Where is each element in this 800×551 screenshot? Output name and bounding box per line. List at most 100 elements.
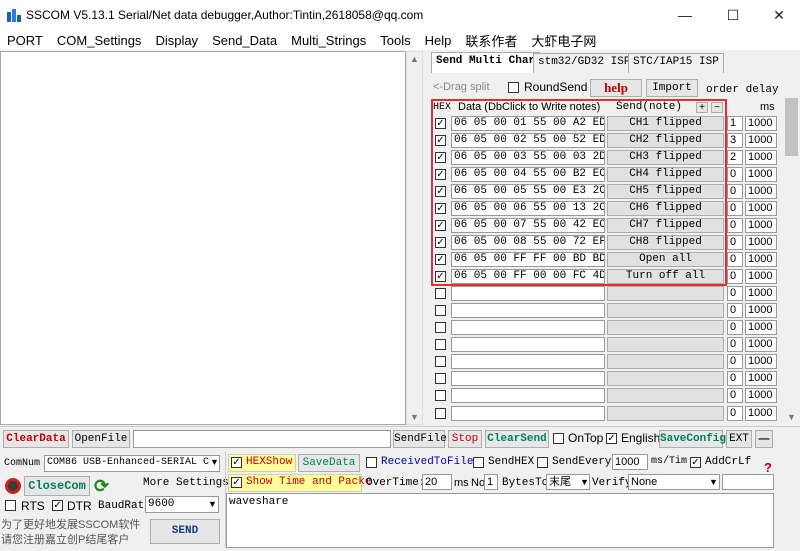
data-cell[interactable] bbox=[451, 371, 605, 386]
delay-cell[interactable]: 1000 bbox=[745, 388, 777, 403]
send-hex-checkbox[interactable] bbox=[473, 457, 484, 468]
menu-tools[interactable]: Tools bbox=[373, 33, 417, 48]
hex-checkbox[interactable] bbox=[435, 339, 446, 350]
hex-checkbox[interactable] bbox=[435, 408, 446, 419]
close-com-button[interactable]: CloseCom bbox=[24, 476, 90, 496]
verify-range-input[interactable] bbox=[722, 474, 774, 490]
verify-select[interactable]: None bbox=[628, 474, 720, 490]
refresh-icon[interactable]: ⟳ bbox=[94, 476, 112, 496]
stop-button[interactable]: Stop bbox=[448, 430, 482, 448]
menu-display[interactable]: Display bbox=[148, 33, 205, 48]
delay-cell[interactable]: 1000 bbox=[745, 150, 777, 165]
show-time-checkbox[interactable]: ✓ bbox=[231, 477, 242, 488]
import-button[interactable]: Import bbox=[646, 79, 698, 97]
chevron-down-icon[interactable]: ▼ bbox=[709, 477, 718, 487]
receive-scrollbar[interactable]: ▲ ▼ bbox=[406, 51, 423, 425]
data-cell[interactable] bbox=[451, 286, 605, 301]
order-cell[interactable]: 0 bbox=[727, 252, 743, 267]
send-note-button[interactable] bbox=[607, 388, 724, 403]
chevron-down-icon[interactable]: ▼ bbox=[580, 477, 589, 487]
order-cell[interactable]: 0 bbox=[727, 337, 743, 352]
order-cell[interactable]: 0 bbox=[727, 388, 743, 403]
round-send-checkbox[interactable] bbox=[508, 82, 519, 93]
order-cell[interactable]: 0 bbox=[727, 286, 743, 301]
drag-split-label[interactable]: <-Drag split bbox=[433, 81, 490, 93]
ext-button[interactable]: EXT bbox=[726, 430, 752, 448]
tab-stm32-isp[interactable]: stm32/GD32 ISP bbox=[533, 53, 636, 73]
data-cell[interactable] bbox=[451, 406, 605, 421]
data-cell[interactable] bbox=[451, 388, 605, 403]
order-cell[interactable]: 0 bbox=[727, 269, 743, 284]
order-cell[interactable]: 0 bbox=[727, 184, 743, 199]
file-path-input[interactable] bbox=[133, 430, 391, 448]
clear-send-button[interactable]: ClearSend bbox=[485, 430, 549, 448]
order-cell[interactable]: 0 bbox=[727, 218, 743, 233]
rts-checkbox[interactable] bbox=[5, 500, 16, 511]
hex-checkbox[interactable] bbox=[435, 305, 446, 316]
delay-cell[interactable]: 1000 bbox=[745, 320, 777, 335]
open-file-button[interactable]: OpenFile bbox=[72, 430, 130, 448]
scroll-down-icon[interactable]: ▼ bbox=[783, 412, 800, 422]
send-button[interactable]: SEND bbox=[150, 519, 220, 544]
send-every-input[interactable]: 1000 bbox=[612, 454, 648, 470]
no-input[interactable]: 1 bbox=[484, 474, 498, 490]
close-icon[interactable]: ✕ bbox=[756, 0, 800, 30]
scroll-up-icon[interactable]: ▲ bbox=[407, 54, 422, 64]
menu-com-settings[interactable]: COM_Settings bbox=[50, 33, 149, 48]
multi-scrollbar[interactable]: ▼ bbox=[783, 98, 800, 424]
send-note-button[interactable] bbox=[607, 303, 724, 318]
delay-cell[interactable]: 1000 bbox=[745, 133, 777, 148]
over-time-input[interactable]: 20 bbox=[422, 474, 452, 490]
hex-checkbox[interactable] bbox=[435, 288, 446, 299]
minimize-icon[interactable]: — bbox=[662, 0, 708, 30]
received-to-file-checkbox[interactable] bbox=[366, 457, 377, 468]
hex-checkbox[interactable] bbox=[435, 356, 446, 367]
clear-data-button[interactable]: ClearData bbox=[3, 430, 69, 448]
delay-cell[interactable]: 1000 bbox=[745, 167, 777, 182]
data-cell[interactable] bbox=[451, 337, 605, 352]
help-button[interactable]: help bbox=[590, 79, 642, 97]
order-cell[interactable]: 0 bbox=[727, 354, 743, 369]
delay-cell[interactable]: 1000 bbox=[745, 218, 777, 233]
hex-show-checkbox[interactable]: ✓ bbox=[231, 457, 242, 468]
delay-cell[interactable]: 1000 bbox=[745, 201, 777, 216]
send-every-checkbox[interactable] bbox=[537, 457, 548, 468]
order-cell[interactable]: 0 bbox=[727, 320, 743, 335]
save-config-button[interactable]: SaveConfig bbox=[659, 430, 726, 448]
send-note-button[interactable] bbox=[607, 337, 724, 352]
send-note-button[interactable] bbox=[607, 354, 724, 369]
order-cell[interactable]: 0 bbox=[727, 201, 743, 216]
collapse-button[interactable]: — bbox=[755, 430, 773, 448]
order-cell[interactable]: 3 bbox=[727, 133, 743, 148]
menu-port[interactable]: PORT bbox=[0, 33, 50, 48]
delay-cell[interactable]: 1000 bbox=[745, 406, 777, 421]
delay-cell[interactable]: 1000 bbox=[745, 303, 777, 318]
delay-cell[interactable]: 1000 bbox=[745, 269, 777, 284]
chevron-down-icon[interactable]: ▼ bbox=[210, 457, 219, 467]
order-cell[interactable]: 0 bbox=[727, 303, 743, 318]
delay-cell[interactable]: 1000 bbox=[745, 252, 777, 267]
tab-stc-isp[interactable]: STC/IAP15 ISP bbox=[628, 53, 724, 73]
send-note-button[interactable] bbox=[607, 406, 724, 421]
menu-help[interactable]: Help bbox=[418, 33, 459, 48]
question-icon[interactable]: ? bbox=[764, 460, 772, 475]
delay-cell[interactable]: 1000 bbox=[745, 116, 777, 131]
order-cell[interactable]: 0 bbox=[727, 371, 743, 386]
com-port-select[interactable]: COM86 USB-Enhanced-SERIAL C bbox=[44, 455, 220, 472]
add-crlf-checkbox[interactable]: ✓ bbox=[690, 457, 701, 468]
send-note-button[interactable] bbox=[607, 286, 724, 301]
receive-area[interactable] bbox=[0, 51, 406, 425]
scroll-down-icon[interactable]: ▼ bbox=[407, 412, 422, 422]
send-note-button[interactable] bbox=[607, 371, 724, 386]
hex-checkbox[interactable] bbox=[435, 322, 446, 333]
delay-cell[interactable]: 1000 bbox=[745, 354, 777, 369]
delay-cell[interactable]: 1000 bbox=[745, 184, 777, 199]
maximize-icon[interactable]: ☐ bbox=[710, 0, 756, 30]
scroll-thumb[interactable] bbox=[785, 98, 798, 156]
dtr-checkbox[interactable]: ✓ bbox=[52, 500, 63, 511]
delay-cell[interactable]: 1000 bbox=[745, 337, 777, 352]
delay-cell[interactable]: 1000 bbox=[745, 371, 777, 386]
order-cell[interactable]: 1 bbox=[727, 116, 743, 131]
menu-daxia-website[interactable]: 大虾电子网 bbox=[524, 31, 603, 50]
data-cell[interactable] bbox=[451, 320, 605, 335]
